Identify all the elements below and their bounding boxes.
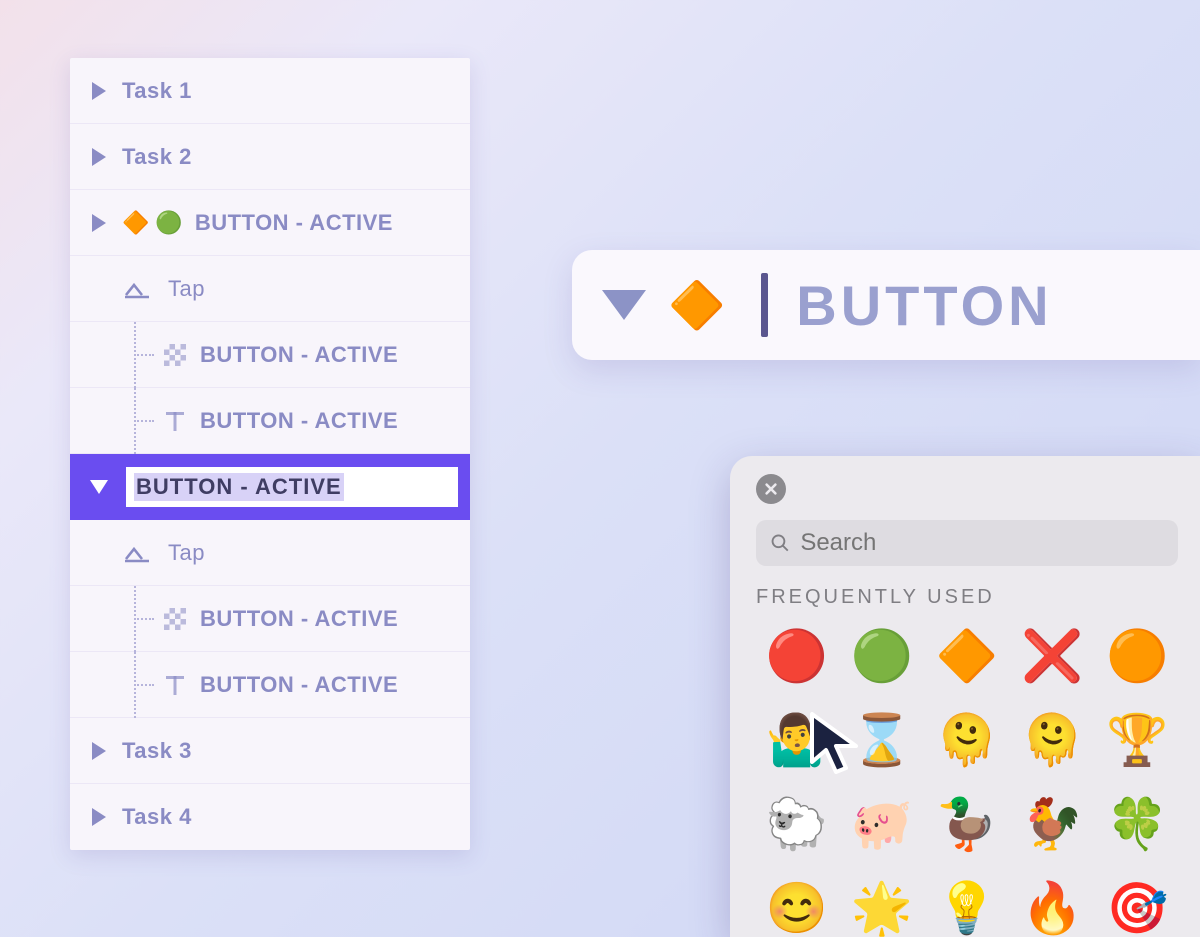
emoji-option[interactable]: 🏆 [1097,707,1178,773]
item-label: BUTTON - ACTIVE [195,210,393,236]
tree-connector-icon [134,652,164,718]
tree-item-tap-2[interactable]: Tap [70,520,470,586]
text-icon [164,410,186,432]
emoji-option[interactable]: 🎯 [1097,875,1178,937]
title-editor[interactable]: 🔶 BUTTON [572,250,1200,360]
bounce-icon [124,279,150,299]
search-icon [770,532,790,554]
task-label: Task 1 [122,78,192,104]
title-text: BUTTON [796,273,1052,338]
emoji-option[interactable]: ❌ [1012,623,1093,689]
emoji-option[interactable]: 🔴 [756,623,837,689]
emoji-option[interactable]: 🐖 [841,791,922,857]
transparency-icon [164,344,186,366]
tree-item-task4[interactable]: Task 4 [70,784,470,850]
rename-text: BUTTON - ACTIVE [134,473,344,501]
emoji-option[interactable]: 🐑 [756,791,837,857]
emoji-search-input[interactable] [800,529,1164,557]
emoji-option[interactable]: 🟠 [1097,623,1178,689]
text-icon [164,674,186,696]
tree-item-child-2a[interactable]: BUTTON - ACTIVE [70,586,470,652]
green-circle-emoji-icon: 🟢 [155,212,182,234]
tree-item-selected[interactable]: BUTTON - ACTIVE [70,454,470,520]
chevron-right-icon [92,808,106,826]
item-label: BUTTON - ACTIVE [200,606,398,632]
chevron-right-icon [92,82,106,100]
rename-input[interactable]: BUTTON - ACTIVE [122,463,462,511]
close-button[interactable] [756,474,786,504]
emoji-option[interactable]: 🟢 [841,623,922,689]
task-tree: Task 1 Task 2 🔶 🟢 BUTTON - ACTIVE Tap BU… [70,58,470,850]
emoji-option[interactable]: 🌟 [841,875,922,937]
chevron-right-icon [92,214,106,232]
emoji-option[interactable]: 🔶 [926,623,1007,689]
emoji-option[interactable]: 🔥 [1012,875,1093,937]
tree-connector-icon [134,586,164,652]
emoji-option[interactable]: 🤷‍♂️ [756,707,837,773]
tree-item-child-1a[interactable]: BUTTON - ACTIVE [70,322,470,388]
emoji-search[interactable] [756,520,1178,566]
chevron-down-icon[interactable] [602,290,646,320]
tree-item-task3[interactable]: Task 3 [70,718,470,784]
emoji-option[interactable]: 😊 [756,875,837,937]
task-label: Task 4 [122,804,192,830]
emoji-option[interactable]: 🍀 [1097,791,1178,857]
emoji-option[interactable]: 🫠 [1012,707,1093,773]
tree-item-child-2b[interactable]: BUTTON - ACTIVE [70,652,470,718]
chevron-right-icon [92,148,106,166]
item-label: BUTTON - ACTIVE [200,408,398,434]
text-cursor-icon [761,273,768,337]
diamond-emoji-icon: 🔶 [668,282,725,328]
emoji-option[interactable]: 🦆 [926,791,1007,857]
task-label: Task 3 [122,738,192,764]
chevron-down-icon [90,480,108,494]
tap-label: Tap [168,276,205,302]
picker-section-title: FREQUENTLY USED [756,586,1178,609]
tree-connector-icon [134,322,164,388]
tree-connector-icon [134,388,164,454]
tree-item-child-1b[interactable]: BUTTON - ACTIVE [70,388,470,454]
emoji-option[interactable]: 💡 [926,875,1007,937]
task-label: Task 2 [122,144,192,170]
emoji-picker: FREQUENTLY USED 🔴🟢🔶❌🟠🤷‍♂️⌛🫠🫠🏆🐑🐖🦆🐓🍀😊🌟💡🔥🎯 [730,456,1200,937]
tree-item-task2[interactable]: Task 2 [70,124,470,190]
diamond-emoji-icon: 🔶 [122,212,149,234]
chevron-right-icon [92,742,106,760]
emoji-option[interactable]: ⌛ [841,707,922,773]
emoji-option[interactable]: 🫠 [926,707,1007,773]
bounce-icon [124,543,150,563]
item-label: BUTTON - ACTIVE [200,672,398,698]
tap-label: Tap [168,540,205,566]
tree-item-button-active-1[interactable]: 🔶 🟢 BUTTON - ACTIVE [70,190,470,256]
tree-item-task1[interactable]: Task 1 [70,58,470,124]
transparency-icon [164,608,186,630]
tree-item-tap-1[interactable]: Tap [70,256,470,322]
emoji-grid: 🔴🟢🔶❌🟠🤷‍♂️⌛🫠🫠🏆🐑🐖🦆🐓🍀😊🌟💡🔥🎯 [756,623,1178,937]
item-label: BUTTON - ACTIVE [200,342,398,368]
emoji-option[interactable]: 🐓 [1012,791,1093,857]
